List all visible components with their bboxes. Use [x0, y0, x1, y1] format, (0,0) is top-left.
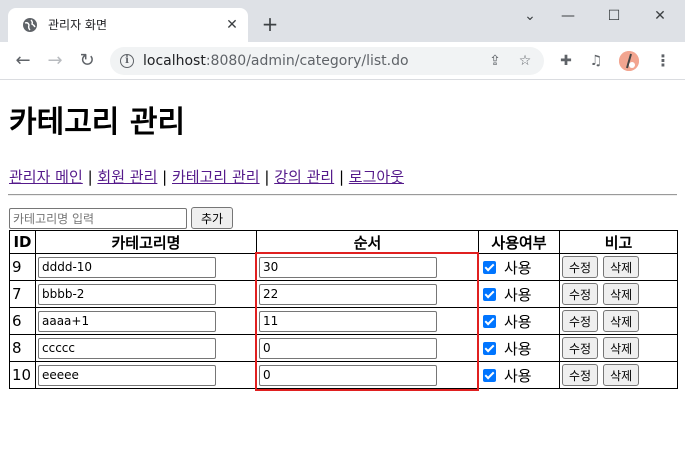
maximize-icon[interactable]: ☐: [592, 4, 636, 28]
edit-button[interactable]: 수정: [562, 256, 599, 278]
nav-separator: |: [338, 168, 345, 186]
edit-button[interactable]: 수정: [562, 364, 599, 386]
back-icon[interactable]: ←: [12, 50, 34, 72]
row-name-input[interactable]: [38, 310, 216, 332]
table-row: 10 사용 수정삭제: [9, 361, 678, 389]
table-row: 8 사용 수정삭제: [9, 334, 678, 362]
share-icon[interactable]: ⇪: [487, 53, 503, 69]
category-table: ID 카테고리명 순서 사용여부 비고 9 사용 수정삭제 7 사용: [9, 230, 678, 389]
use-checkbox[interactable]: [483, 314, 496, 328]
use-checkbox[interactable]: [483, 341, 496, 355]
site-info-icon[interactable]: i: [120, 54, 134, 68]
bookmark-star-icon[interactable]: ☆: [517, 53, 533, 69]
more-menu-icon[interactable]: ⋮: [655, 52, 671, 70]
forward-icon[interactable]: →: [44, 50, 66, 72]
category-name-input[interactable]: [9, 208, 187, 229]
row-order-input[interactable]: [259, 310, 437, 332]
use-label: 사용: [504, 312, 532, 331]
browser-toolbar: ← → ↻ i localhost:8080/admin/category/li…: [0, 42, 685, 80]
page-title: 카테고리 관리: [9, 105, 186, 140]
use-checkbox[interactable]: [483, 287, 496, 301]
row-id: 9: [9, 253, 36, 281]
tab-title: 관리자 화면: [48, 18, 108, 32]
nav-link-member[interactable]: 회원 관리: [97, 168, 157, 186]
table-row: 7 사용 수정삭제: [9, 280, 678, 308]
header-note: 비고: [559, 230, 678, 254]
row-id: 6: [9, 307, 36, 335]
minimize-icon[interactable]: —: [546, 4, 590, 28]
row-name-input[interactable]: [38, 337, 216, 359]
add-category-button[interactable]: 추가: [191, 207, 233, 229]
header-name: 카테고리명: [35, 230, 257, 254]
use-label: 사용: [504, 258, 532, 277]
use-label: 사용: [504, 285, 532, 304]
nav-link-admin-main[interactable]: 관리자 메인: [9, 168, 83, 186]
row-name-input[interactable]: [38, 364, 216, 386]
nav-separator: |: [162, 168, 168, 186]
browser-tab[interactable]: 관리자 화면 ✕: [8, 8, 248, 42]
row-order-input[interactable]: [259, 256, 437, 278]
profile-avatar[interactable]: [619, 51, 639, 71]
avatar-image: [619, 51, 639, 71]
address-bar[interactable]: i localhost:8080/admin/category/list.do …: [110, 47, 544, 75]
nav-link-logout[interactable]: 로그아웃: [349, 168, 404, 186]
use-label: 사용: [504, 339, 532, 358]
row-order-input[interactable]: [259, 337, 437, 359]
nav-link-course[interactable]: 강의 관리: [274, 168, 334, 186]
extensions-icon[interactable]: ✚: [557, 52, 575, 70]
table-row: 9 사용 수정삭제: [9, 253, 678, 281]
use-label: 사용: [504, 366, 532, 385]
edit-button[interactable]: 수정: [562, 337, 599, 359]
row-order-input[interactable]: [259, 283, 437, 305]
row-name-input[interactable]: [38, 256, 216, 278]
row-id: 8: [9, 334, 36, 362]
divider: [8, 194, 677, 196]
nav-link-category[interactable]: 카테고리 관리: [172, 168, 260, 186]
use-checkbox[interactable]: [483, 368, 496, 382]
admin-nav: 관리자 메인 | 회원 관리 | 카테고리 관리 | 강의 관리 | 로그아웃: [9, 167, 404, 187]
nav-separator: |: [87, 168, 93, 186]
nav-separator: |: [264, 168, 270, 186]
edit-button[interactable]: 수정: [562, 283, 599, 305]
row-name-input[interactable]: [38, 283, 216, 305]
close-window-icon[interactable]: ✕: [638, 4, 682, 28]
delete-button[interactable]: 삭제: [603, 256, 640, 278]
delete-button[interactable]: 삭제: [603, 283, 640, 305]
new-tab-button[interactable]: +: [260, 14, 280, 34]
close-tab-icon[interactable]: ✕: [224, 17, 240, 33]
header-use: 사용여부: [478, 230, 560, 254]
tab-strip: 관리자 화면 ✕ + ⌄ — ☐ ✕: [0, 0, 685, 42]
edit-button[interactable]: 수정: [562, 310, 599, 332]
row-order-input[interactable]: [259, 364, 437, 386]
header-id: ID: [9, 230, 36, 254]
url-text[interactable]: localhost:8080/admin/category/list.do: [143, 53, 409, 69]
header-order: 순서: [256, 230, 479, 254]
row-id: 7: [9, 280, 36, 308]
delete-button[interactable]: 삭제: [603, 337, 640, 359]
globe-icon: [23, 18, 37, 32]
delete-button[interactable]: 삭제: [603, 364, 640, 386]
delete-button[interactable]: 삭제: [603, 310, 640, 332]
row-id: 10: [9, 361, 36, 389]
reload-icon[interactable]: ↻: [76, 50, 98, 72]
table-row: 6 사용 수정삭제: [9, 307, 678, 335]
media-controls-icon[interactable]: ♫: [587, 52, 605, 70]
page-content: 카테고리 관리 관리자 메인 | 회원 관리 | 카테고리 관리 | 강의 관리…: [0, 81, 685, 461]
table-header-row: ID 카테고리명 순서 사용여부 비고: [9, 230, 678, 254]
use-checkbox[interactable]: [483, 260, 496, 274]
